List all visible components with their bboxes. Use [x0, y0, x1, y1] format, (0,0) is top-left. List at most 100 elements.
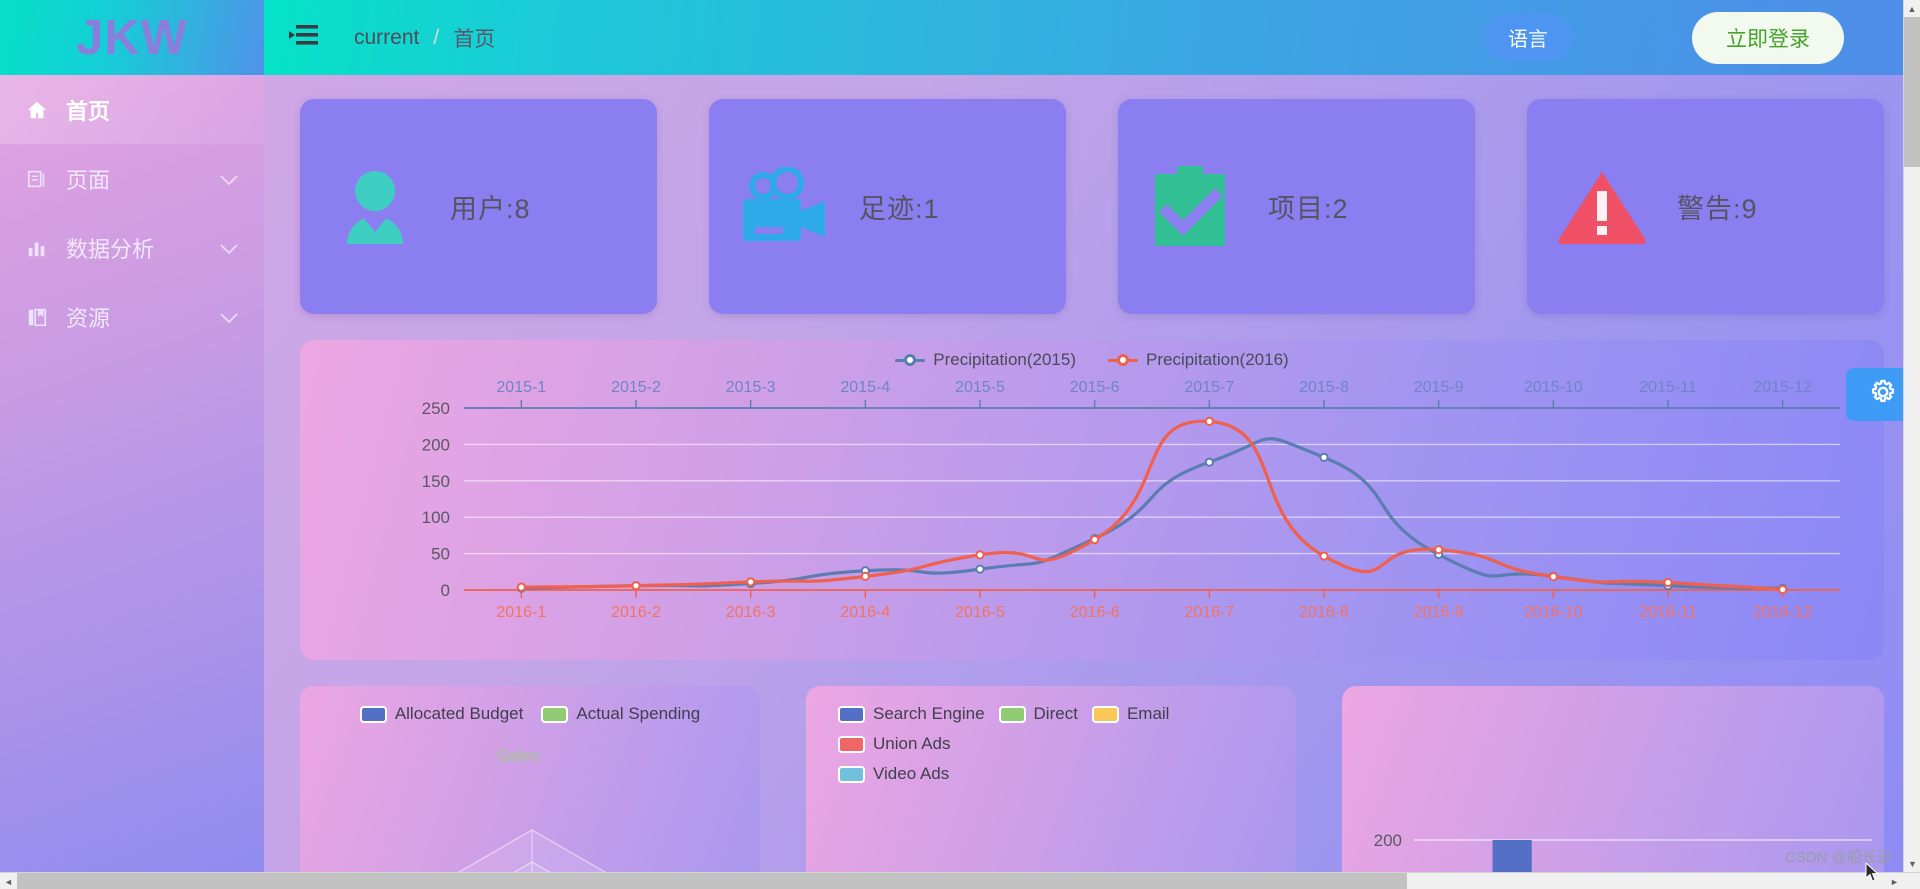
- breadcrumb: current / 首页: [354, 23, 495, 53]
- svg-text:2016-3: 2016-3: [726, 604, 776, 621]
- language-button[interactable]: 语言: [1484, 14, 1572, 61]
- legend-item-allocated-budget[interactable]: Allocated Budget: [359, 704, 524, 724]
- svg-text:200: 200: [422, 435, 450, 454]
- scroll-up-arrow-icon[interactable]: ▲: [1904, 0, 1920, 17]
- login-button[interactable]: 立即登录: [1692, 11, 1844, 64]
- scroll-right-arrow-icon[interactable]: ►: [1886, 873, 1903, 889]
- svg-text:2016-2: 2016-2: [611, 604, 661, 621]
- svg-text:50: 50: [431, 545, 450, 564]
- svg-text:2015-7: 2015-7: [1184, 379, 1234, 396]
- breadcrumb-separator: /: [433, 25, 440, 49]
- svg-text:2015-10: 2015-10: [1524, 379, 1583, 396]
- svg-text:2015-12: 2015-12: [1753, 379, 1812, 396]
- legend-item-direct[interactable]: Direct: [998, 704, 1078, 724]
- brand-logo[interactable]: JKW: [0, 0, 264, 75]
- stat-card-footprints-label: 足迹:1: [859, 194, 940, 224]
- svg-text:0: 0: [441, 581, 450, 600]
- vertical-scrollbar-thumb[interactable]: [1904, 17, 1920, 167]
- weekly-bar-chart-panel: 200: [1342, 686, 1884, 889]
- svg-text:2016-11: 2016-11: [1639, 604, 1697, 621]
- svg-text:2015-2: 2015-2: [611, 379, 661, 396]
- line-chart-plot: 0 50 100 150 200 250 2015-1 2015-2 2015-3 2015-4 2…: [422, 379, 1840, 621]
- radar-chart-legend: Allocated Budget Actual Spending: [300, 704, 760, 724]
- menu-collapse-icon[interactable]: [288, 24, 318, 51]
- legend-swatch: [838, 735, 865, 753]
- sidebar-item-home[interactable]: 首页: [0, 75, 264, 144]
- radar-indicator-label-sales: Sales: [496, 746, 539, 765]
- stat-card-projects-label: 项目:2: [1268, 194, 1349, 224]
- precipitation-line-chart-panel: Precipitation(2015) Precipitation(2016) …: [300, 340, 1884, 660]
- chevron-down-icon: [220, 304, 238, 330]
- gear-icon: [1869, 378, 1897, 411]
- top-header: current / 首页 语言 立即登录: [264, 0, 1920, 75]
- horizontal-scrollbar[interactable]: ◄ ►: [0, 872, 1920, 889]
- svg-text:2015-1: 2015-1: [496, 379, 546, 396]
- svg-text:2015-3: 2015-3: [726, 379, 776, 396]
- scroll-left-arrow-icon[interactable]: ◄: [0, 873, 17, 889]
- clipboard-check-icon: [1118, 164, 1268, 250]
- user-icon: [300, 164, 450, 250]
- legend-swatch: [1091, 705, 1119, 723]
- stat-card-users-label: 用户:8: [450, 194, 531, 224]
- book-icon: [26, 306, 60, 328]
- sidebar-item-pages-label: 页面: [66, 167, 111, 193]
- sidebar-item-data-analysis-label: 数据分析: [66, 236, 155, 262]
- svg-text:2016-5: 2016-5: [955, 604, 1005, 621]
- stat-card-warnings[interactable]: 警告:9: [1527, 99, 1884, 314]
- svg-text:2015-8: 2015-8: [1299, 379, 1349, 396]
- pie-chart-legend: Search Engine Direct Email Union Ads Vid…: [806, 704, 1296, 784]
- referer-pie-chart-panel: Search Engine Direct Email Union Ads Vid…: [806, 686, 1296, 889]
- svg-text:2015-11: 2015-11: [1639, 379, 1697, 396]
- legend-label: Allocated Budget: [394, 704, 524, 723]
- video-camera-icon: [709, 166, 859, 247]
- sidebar-item-resources[interactable]: 资源: [0, 282, 264, 351]
- svg-text:2016-6: 2016-6: [1070, 604, 1120, 621]
- legend-item-email[interactable]: Email: [1091, 704, 1170, 724]
- sidebar-item-resources-label: 资源: [66, 305, 111, 331]
- breadcrumb-current: 首页: [453, 27, 496, 51]
- legend-swatch: [359, 705, 387, 723]
- main-content: 用户:8 足迹:1 项目:2 警告:9 Precipitation(2015) …: [264, 75, 1920, 889]
- legend-item-video-ads[interactable]: Video Ads: [838, 764, 1268, 784]
- svg-text:250: 250: [422, 399, 450, 418]
- legend-label: Union Ads: [873, 734, 951, 753]
- legend-swatch: [541, 705, 569, 723]
- stat-card-projects[interactable]: 项目:2: [1118, 99, 1475, 314]
- scroll-down-arrow-icon[interactable]: ▼: [1904, 855, 1920, 872]
- home-icon: [26, 99, 60, 121]
- svg-text:100: 100: [422, 508, 450, 527]
- svg-text:2015-5: 2015-5: [955, 379, 1005, 396]
- sidebar-item-pages[interactable]: 页面: [0, 144, 264, 213]
- svg-text:2016-10: 2016-10: [1524, 604, 1583, 621]
- sidebar-item-data-analysis[interactable]: 数据分析: [0, 213, 264, 282]
- legend-item-actual-spending[interactable]: Actual Spending: [541, 704, 700, 724]
- legend-swatch: [838, 705, 865, 723]
- breadcrumb-root[interactable]: current: [354, 26, 419, 50]
- vertical-scrollbar[interactable]: ▲ ▼: [1903, 0, 1920, 872]
- stat-card-footprints[interactable]: 足迹:1: [709, 99, 1066, 314]
- legend-item-union-ads[interactable]: Union Ads: [838, 734, 951, 754]
- budget-radar-chart-panel: Allocated Budget Actual Spending Sales: [300, 686, 760, 889]
- legend-swatch: [998, 705, 1026, 723]
- chevron-down-icon: [220, 235, 238, 261]
- bar-chart-plot: 200: [1374, 831, 1872, 889]
- svg-text:200: 200: [1374, 831, 1402, 850]
- svg-text:2015-6: 2015-6: [1070, 379, 1120, 396]
- svg-text:2016-8: 2016-8: [1299, 604, 1349, 621]
- bar-chart-icon: [26, 237, 60, 259]
- legend-item-search-engine[interactable]: Search Engine: [838, 704, 985, 724]
- svg-text:2016-12: 2016-12: [1753, 604, 1812, 621]
- svg-text:2015-9: 2015-9: [1414, 379, 1464, 396]
- legend-label: Email: [1126, 704, 1170, 723]
- stat-card-row: 用户:8 足迹:1 项目:2 警告:9: [264, 75, 1920, 314]
- legend-swatch: [838, 765, 865, 783]
- warning-triangle-icon: [1527, 169, 1677, 245]
- stat-card-users[interactable]: 用户:8: [300, 99, 657, 314]
- svg-text:2016-1: 2016-1: [496, 604, 546, 621]
- bottom-chart-row: Allocated Budget Actual Spending Sales S…: [264, 660, 1920, 889]
- svg-text:2015-4: 2015-4: [840, 379, 890, 396]
- stat-card-warnings-label: 警告:9: [1677, 194, 1758, 224]
- chevron-down-icon: [220, 166, 238, 192]
- legend-label: Search Engine: [873, 704, 985, 723]
- horizontal-scrollbar-thumb[interactable]: [17, 873, 1407, 889]
